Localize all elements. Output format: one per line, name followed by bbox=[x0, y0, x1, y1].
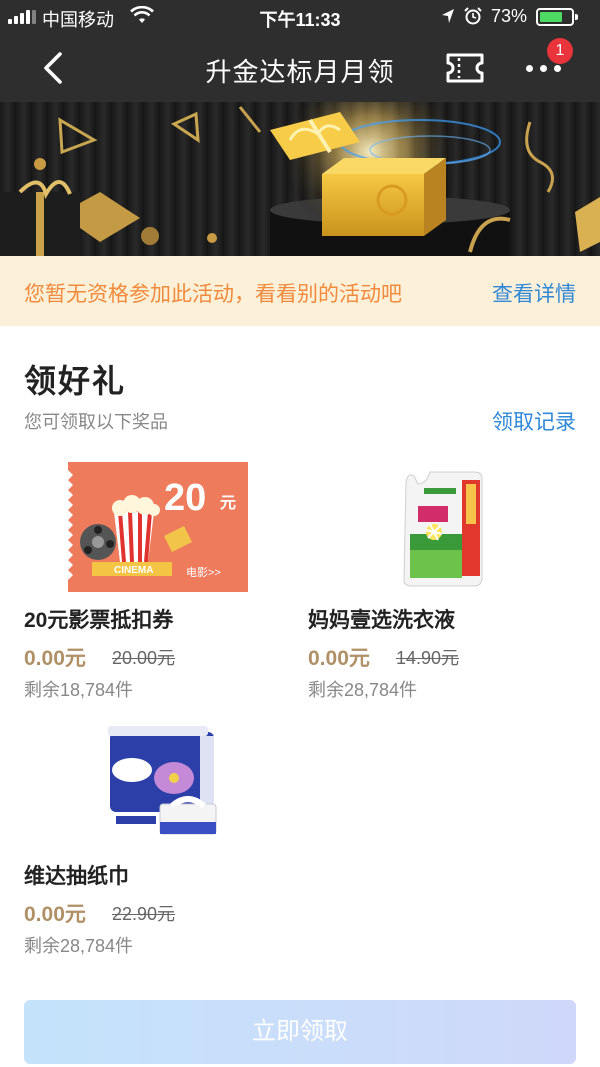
gift-box-illustration bbox=[0, 102, 600, 256]
laundry-detergent-image bbox=[403, 471, 483, 587]
cinema-label: CINEMA bbox=[114, 565, 153, 576]
battery-icon bbox=[536, 8, 578, 26]
product-original-price: 14.90元 bbox=[396, 648, 460, 668]
voucher-amount: 20 bbox=[164, 477, 206, 519]
product-price: 0.00元 bbox=[24, 647, 86, 670]
movie-link-label: 电影>> bbox=[186, 566, 221, 579]
product-card[interactable]: 维达抽纸巾 0.00元 22.90元 剩余28,784件 bbox=[24, 720, 304, 960]
alarm-clock-icon bbox=[464, 7, 482, 25]
product-stock: 剩余28,784件 bbox=[24, 936, 134, 956]
ticket-icon[interactable] bbox=[445, 52, 485, 84]
top-bar: 中国移动 下午11:33 73% 升金达标月月领 1 bbox=[0, 0, 600, 102]
battery-percent: 73% bbox=[491, 6, 528, 26]
voucher-unit: 元 bbox=[220, 495, 236, 512]
promo-banner bbox=[0, 102, 600, 256]
claim-record-link[interactable]: 领取记录 bbox=[492, 406, 576, 436]
product-name: 20元影票抵扣券 bbox=[24, 609, 174, 632]
page-title: 升金达标月月领 bbox=[205, 57, 395, 87]
product-card[interactable]: 妈妈壹选洗衣液 0.00元 14.90元 剩余28,784件 bbox=[308, 462, 588, 702]
product-original-price: 22.90元 bbox=[112, 904, 176, 924]
product-price: 0.00元 bbox=[24, 903, 86, 926]
notice-text: 您暂无资格参加此活动，看看别的活动吧 bbox=[24, 283, 402, 306]
movie-voucher-image: 20 元 CINEMA 电影>> bbox=[68, 462, 248, 592]
notification-badge: 1 bbox=[547, 38, 573, 64]
tissue-pack-image bbox=[108, 726, 217, 835]
product-card[interactable]: 20 元 CINEMA 电影>> 20元影票抵扣券 0.00元 20.00元 剩… bbox=[24, 462, 304, 702]
nav-bar: 升金达标月月领 1 bbox=[0, 34, 600, 102]
section-title: 领好礼 bbox=[24, 363, 127, 399]
location-arrow-icon bbox=[442, 9, 454, 23]
claim-now-button[interactable]: 立即领取 bbox=[24, 1000, 576, 1064]
product-original-price: 20.00元 bbox=[112, 648, 176, 668]
product-name: 维达抽纸巾 bbox=[24, 865, 129, 888]
section-subtitle: 您可领取以下奖品 bbox=[24, 412, 168, 432]
status-bar: 中国移动 下午11:33 73% bbox=[0, 0, 600, 34]
product-stock: 剩余28,784件 bbox=[308, 680, 418, 700]
eligibility-notice: 您暂无资格参加此活动，看看别的活动吧 查看详情 bbox=[0, 256, 600, 326]
product-stock: 剩余18,784件 bbox=[24, 680, 134, 700]
product-price: 0.00元 bbox=[308, 647, 370, 670]
view-details-link[interactable]: 查看详情 bbox=[492, 278, 576, 308]
product-name: 妈妈壹选洗衣液 bbox=[308, 609, 455, 632]
